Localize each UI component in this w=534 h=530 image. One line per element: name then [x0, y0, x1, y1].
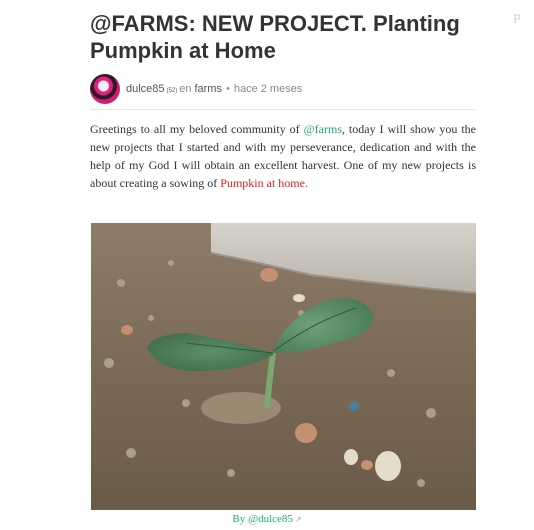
external-link-icon: ↗	[294, 515, 302, 524]
author-name[interactable]: dulce85	[126, 83, 165, 95]
post-image[interactable]	[91, 223, 476, 510]
post-meta: dulce85 (52) en farms • hace 2 meses	[126, 83, 302, 95]
avatar[interactable]	[90, 74, 120, 104]
author-bar: dulce85 (52) en farms • hace 2 meses	[90, 72, 302, 106]
reputation-badge: (52)	[166, 88, 178, 94]
pumpkin-seedling-photo	[91, 223, 476, 510]
post-timestamp: hace 2 meses	[233, 83, 303, 95]
mention-link[interactable]: @farms	[304, 122, 342, 136]
flag-icon[interactable]	[514, 14, 522, 23]
meta-separator: •	[225, 83, 230, 95]
body-text-part1: Greetings to all my beloved community of	[90, 122, 304, 136]
divider	[90, 109, 476, 110]
post-title: @FARMS: NEW PROJECT. Planting Pumpkin at…	[90, 11, 460, 63]
post-body: Greetings to all my beloved community of…	[90, 120, 476, 192]
community-link[interactable]: farms	[194, 83, 222, 95]
highlighted-text: Pumpkin at home.	[220, 176, 308, 190]
image-caption: By @dulce85 ↗	[0, 513, 534, 525]
caption-link[interactable]: By @dulce85	[232, 513, 293, 525]
community-prefix: en	[179, 83, 192, 95]
